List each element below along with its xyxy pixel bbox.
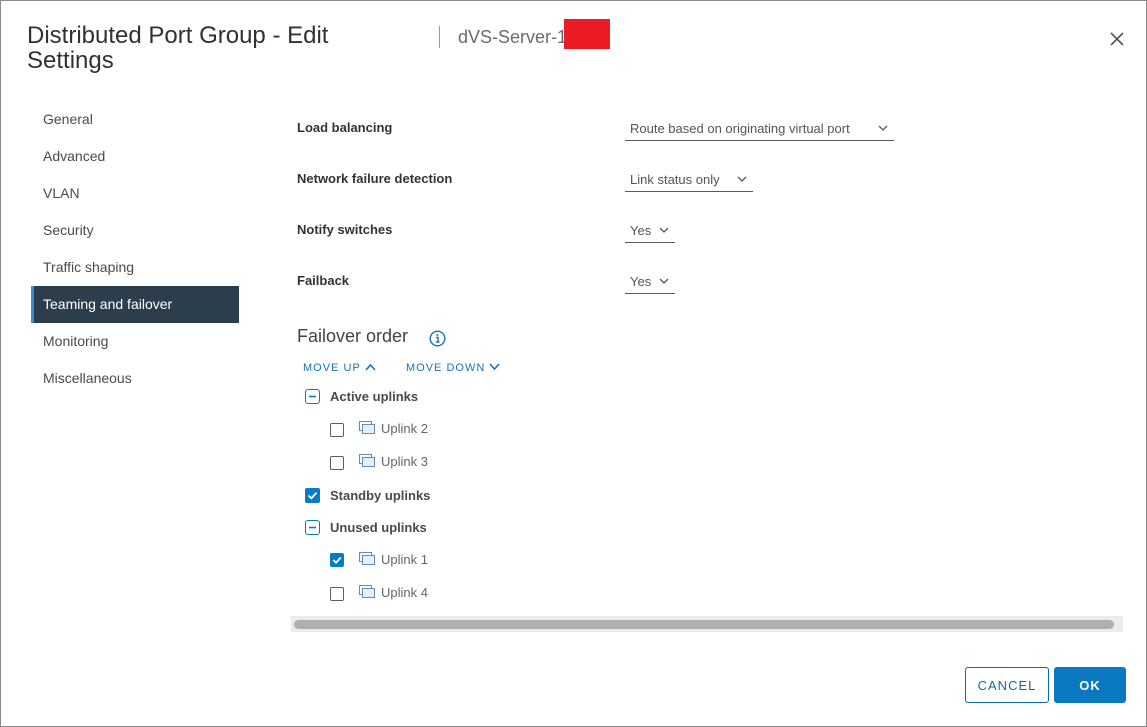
minus-icon [309, 526, 316, 529]
horizontal-scrollbar[interactable] [291, 616, 1123, 632]
checkmark-icon [307, 492, 318, 500]
failback-value: Yes [630, 274, 652, 289]
chevron-down-icon [489, 363, 500, 371]
active-uplinks-checkbox[interactable] [305, 389, 320, 404]
sidebar-nav: General Advanced VLAN Security Traffic s… [31, 101, 239, 397]
minus-icon [309, 395, 316, 398]
unused-uplinks-label: Unused uplinks [330, 520, 427, 535]
network-failure-detection-value: Link status only [630, 172, 720, 187]
checkmark-icon [332, 556, 342, 564]
notify-switches-label: Notify switches [297, 222, 393, 237]
uplink-icon [359, 421, 375, 434]
dialog-title: Distributed Port Group - Edit Settings [27, 22, 329, 74]
notify-switches-select[interactable]: Yes [625, 221, 675, 243]
load-balancing-value: Route based on originating virtual port [630, 121, 850, 136]
close-icon [1110, 32, 1124, 46]
unused-uplinks-checkbox[interactable] [305, 520, 320, 535]
move-up-button[interactable]: MOVE UP [303, 362, 376, 374]
info-icon[interactable] [429, 330, 446, 347]
uplink-3-label: Uplink 3 [381, 454, 428, 469]
sidebar-item-advanced[interactable]: Advanced [31, 138, 239, 175]
standby-uplinks-label: Standby uplinks [330, 488, 431, 503]
sidebar-item-monitoring[interactable]: Monitoring [31, 323, 239, 360]
sidebar-item-general[interactable]: General [31, 101, 239, 138]
chevron-up-icon [365, 363, 376, 371]
uplink-4-label: Uplink 4 [381, 585, 428, 600]
standby-uplinks-checkbox[interactable] [305, 488, 320, 503]
uplink-1-label: Uplink 1 [381, 552, 428, 567]
uplink-4-checkbox[interactable] [330, 587, 344, 601]
move-up-label: MOVE UP [303, 362, 361, 374]
cancel-button[interactable]: CANCEL [965, 667, 1049, 703]
failover-order-title: Failover order [297, 326, 409, 346]
uplink-3-checkbox[interactable] [330, 456, 344, 470]
redaction-box [564, 19, 610, 49]
sidebar-item-teaming-and-failover[interactable]: Teaming and failover [31, 286, 239, 323]
load-balancing-label: Load balancing [297, 120, 393, 135]
chevron-down-icon [878, 125, 888, 131]
load-balancing-row: Load balancing Route based on originatin… [297, 118, 897, 144]
sidebar-item-security[interactable]: Security [31, 212, 239, 249]
chevron-down-icon [659, 227, 669, 233]
uplink-icon [359, 454, 375, 467]
ok-button[interactable]: OK [1054, 667, 1126, 703]
chevron-down-icon [737, 176, 747, 182]
header-divider [439, 26, 440, 48]
uplink-2-checkbox[interactable] [330, 423, 344, 437]
uplink-icon [359, 585, 375, 598]
failback-label: Failback [297, 273, 350, 288]
sidebar-item-miscellaneous[interactable]: Miscellaneous [31, 360, 239, 397]
sidebar-item-traffic-shaping[interactable]: Traffic shaping [31, 249, 239, 286]
sidebar-item-vlan[interactable]: VLAN [31, 175, 239, 212]
scrollbar-thumb[interactable] [294, 620, 1114, 629]
chevron-down-icon [659, 278, 669, 284]
uplink-1-checkbox[interactable] [330, 553, 344, 567]
move-down-label: MOVE DOWN [406, 362, 486, 374]
notify-switches-value: Yes [630, 223, 652, 238]
edit-settings-dialog: Distributed Port Group - Edit Settings d… [0, 0, 1147, 727]
notify-switches-row: Notify switches Yes [297, 220, 897, 246]
network-failure-detection-row: Network failure detection Link status on… [297, 169, 897, 195]
close-button[interactable] [1103, 25, 1131, 53]
uplink-icon [359, 552, 375, 565]
dialog-subtitle: dVS-Server-1 [458, 27, 568, 47]
network-failure-detection-label: Network failure detection [297, 171, 453, 186]
uplink-2-label: Uplink 2 [381, 421, 428, 436]
failback-row: Failback Yes [297, 271, 897, 297]
active-uplinks-label: Active uplinks [330, 389, 419, 404]
network-failure-detection-select[interactable]: Link status only [625, 170, 753, 192]
move-down-button[interactable]: MOVE DOWN [406, 362, 500, 374]
failback-select[interactable]: Yes [625, 272, 675, 294]
load-balancing-select[interactable]: Route based on originating virtual port [625, 119, 894, 141]
